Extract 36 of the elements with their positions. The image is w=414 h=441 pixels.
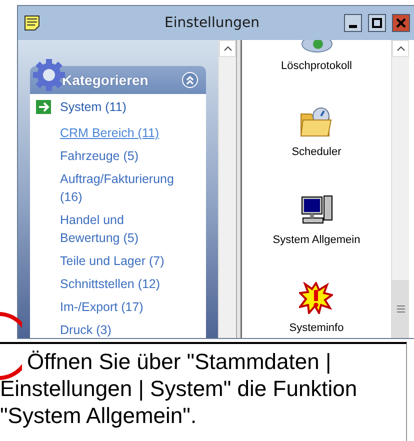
folder-clock-icon (299, 106, 334, 138)
function-label[interactable]: Scheduler (292, 146, 342, 158)
scroll-up-button[interactable] (392, 40, 409, 57)
category-link[interactable]: CRM Bereich (11) (60, 124, 175, 142)
computer-icon (300, 194, 334, 226)
note-icon (24, 15, 40, 31)
scroll-up-button[interactable] (219, 40, 236, 57)
category-link[interactable]: Teile und Lager (7) (60, 252, 175, 270)
scrollbar[interactable] (391, 40, 409, 338)
minimize-button[interactable] (344, 14, 362, 32)
chevron-up-icon (396, 46, 404, 51)
arrow-icon (36, 100, 51, 114)
category-link[interactable]: Druck (3) (60, 321, 175, 338)
grip-icon (396, 305, 404, 313)
function-label[interactable]: Löschprotokoll (281, 60, 352, 72)
alert-burst-icon (299, 282, 334, 314)
window-title: Einstellungen (164, 15, 260, 31)
maximize-button[interactable] (368, 14, 386, 32)
category-link[interactable]: System (11) (60, 98, 175, 119)
panel-title: Kategorieren (62, 72, 150, 88)
category-link[interactable]: Auftrag/Fakturierung (16) (60, 170, 175, 206)
scrollbar[interactable] (218, 40, 236, 338)
chevron-icon (185, 75, 195, 85)
category-link[interactable]: Handel und Bewertung (5) (60, 211, 175, 247)
maximize-icon (372, 18, 382, 28)
instruction-text: Öffnen Sie über "Stammdaten | Einstellungen | System" die Funktion "System Allgemein". (0, 348, 358, 429)
category-link[interactable]: Im-/Export (17) (60, 298, 175, 316)
chevron-up-icon (224, 46, 232, 51)
close-button[interactable] (392, 14, 410, 32)
function-label[interactable]: Systeminfo (289, 322, 344, 334)
collapse-button[interactable] (182, 72, 198, 88)
category-link[interactable]: Schnittstellen (12) (60, 275, 175, 293)
category-link[interactable]: Fahrzeuge (5) (60, 147, 175, 165)
function-label[interactable]: System Allgemein (272, 234, 360, 246)
minimize-icon (349, 24, 357, 28)
close-icon (396, 18, 406, 28)
